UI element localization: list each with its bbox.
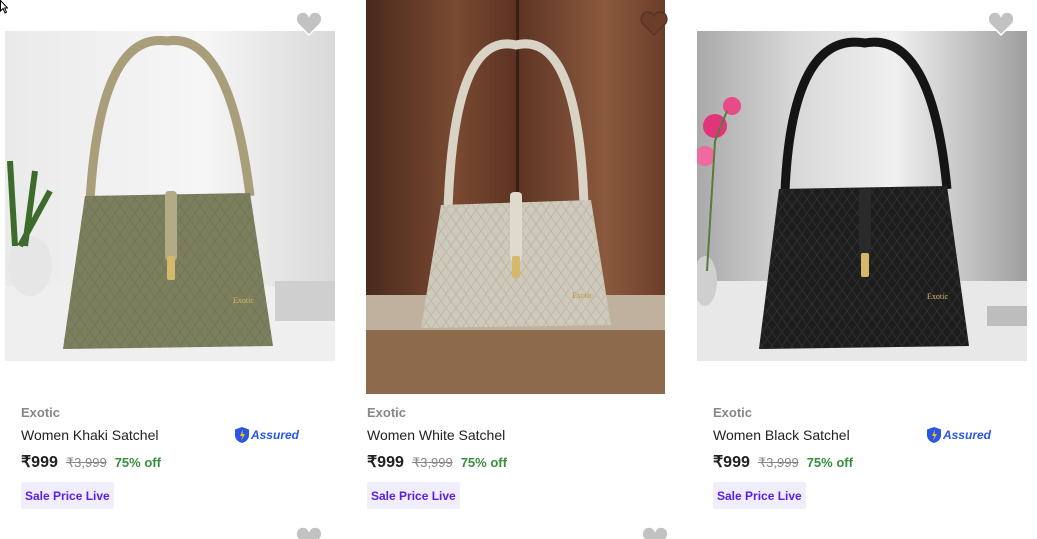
selling-price: ₹999 [713, 454, 750, 471]
svg-text:Exotic: Exotic [572, 291, 593, 300]
sale-price-live-badge: Sale Price Live [367, 482, 460, 509]
svg-text:Exotic: Exotic [233, 296, 254, 305]
discount-percent: 75% off [114, 455, 161, 470]
assured-shield-icon [926, 427, 941, 443]
assured-shield-icon [234, 427, 249, 443]
wishlist-button[interactable] [987, 11, 1015, 37]
wishlist-button[interactable] [295, 526, 323, 539]
heart-icon [640, 11, 668, 37]
heart-icon [295, 526, 323, 539]
selling-price: ₹999 [367, 454, 404, 471]
assured-badge: Assured [926, 426, 991, 444]
original-price: ₹3,999 [411, 455, 453, 470]
product-brand: Exotic [367, 405, 407, 420]
heart-icon [987, 11, 1015, 37]
assured-label: Assured [942, 428, 991, 442]
product-brand: Exotic [713, 405, 753, 420]
product-card-white[interactable]: Exotic Exotic Women White Satchel ₹999 ₹… [366, 0, 706, 520]
product-card-khaki[interactable]: Exotic Exotic Women Khaki Satchel Assure… [5, 0, 345, 520]
product-image[interactable]: Exotic [5, 31, 335, 361]
product-title[interactable]: Women Black Satchel [713, 427, 850, 443]
product-brand: Exotic [21, 405, 61, 420]
wishlist-button[interactable] [641, 526, 669, 539]
discount-percent: 75% off [806, 455, 853, 470]
heart-icon [295, 11, 323, 37]
product-title[interactable]: Women White Satchel [367, 427, 505, 443]
selling-price: ₹999 [21, 454, 58, 471]
original-price: ₹3,999 [757, 455, 799, 470]
sale-price-live-badge: Sale Price Live [713, 482, 806, 509]
sale-price-live-badge: Sale Price Live [21, 482, 114, 509]
product-image[interactable]: Exotic [366, 0, 665, 394]
product-card-black[interactable]: Exotic Exotic Women Black Satchel Assure… [697, 0, 1037, 520]
original-price: ₹3,999 [65, 455, 107, 470]
product-image[interactable]: Exotic [697, 31, 1027, 361]
product-title[interactable]: Women Khaki Satchel [21, 427, 158, 443]
svg-text:Exotic: Exotic [927, 292, 948, 301]
heart-icon [641, 526, 669, 539]
wishlist-button[interactable] [295, 11, 323, 37]
wishlist-button[interactable] [640, 11, 668, 37]
assured-badge: Assured [234, 426, 299, 444]
assured-label: Assured [250, 428, 299, 442]
discount-percent: 75% off [460, 455, 507, 470]
